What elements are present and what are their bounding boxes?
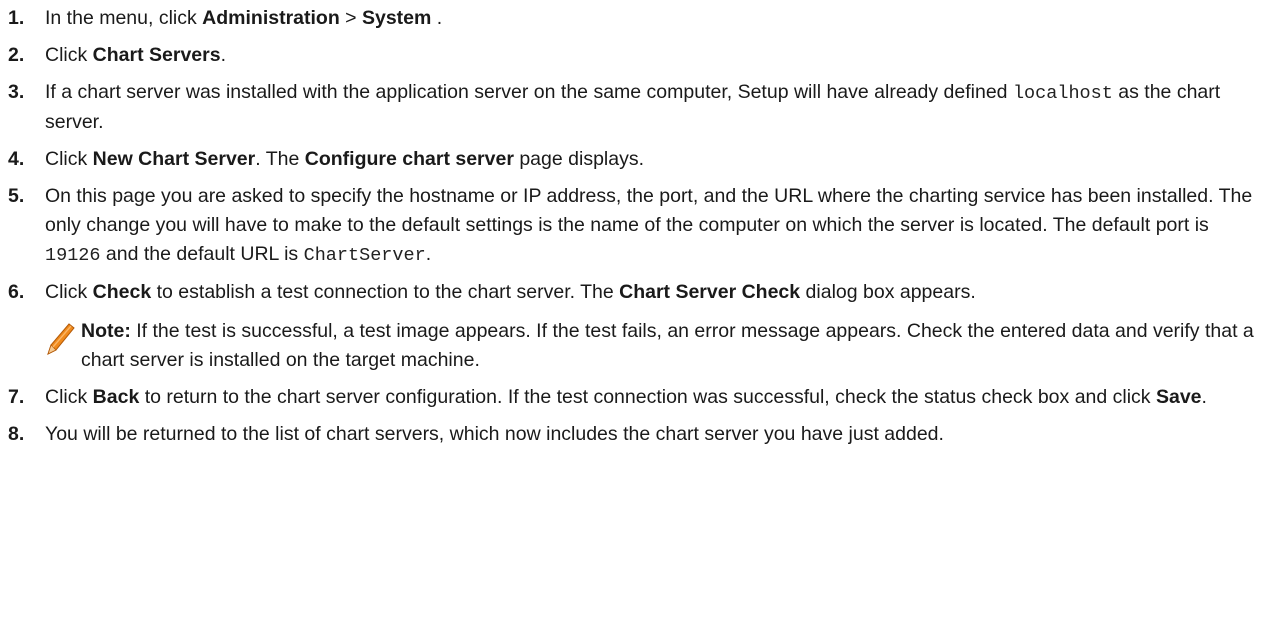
- step-text-run: .: [431, 7, 443, 29]
- ui-term: Administration: [202, 7, 340, 29]
- step-text: In the menu, click Administration > Syst…: [45, 4, 1254, 33]
- step-text: If a chart server was installed with the…: [45, 78, 1254, 137]
- step-item: 5. On this page you are asked to specify …: [8, 182, 1254, 270]
- step-item: 7. Click Back to return to the chart serv…: [8, 383, 1254, 412]
- step-text-run: You will be returned to the list of char…: [45, 423, 944, 445]
- step-paragraph: If a chart server was installed with the…: [45, 78, 1254, 137]
- step-item: 4. Click New Chart Server. The Configure …: [8, 145, 1254, 174]
- step-number: 8.: [8, 423, 25, 445]
- step-text: Click New Chart Server. The Configure ch…: [45, 145, 1254, 174]
- step-text: On this page you are asked to specify th…: [45, 182, 1254, 270]
- pencil-icon: [45, 317, 81, 375]
- step-text-run: .: [220, 44, 226, 66]
- step-number: 3.: [8, 81, 25, 103]
- step-item: 8. You will be returned to the list of ch…: [8, 420, 1254, 449]
- step-text-run: On this page you are asked to specify th…: [45, 185, 1253, 236]
- step-number: 2.: [8, 44, 25, 66]
- step-paragraph: You will be returned to the list of char…: [45, 420, 1254, 449]
- ui-term: Back: [92, 386, 140, 408]
- step-text-run: In the menu, click: [45, 7, 203, 29]
- step-text: Click Back to return to the chart server…: [45, 383, 1254, 412]
- step-number: 5.: [8, 185, 25, 207]
- step-paragraph: Click Chart Servers.: [45, 41, 1254, 70]
- step-paragraph: Click Check to establish a test connecti…: [45, 278, 1254, 307]
- step-item: 2. Click Chart Servers.: [8, 41, 1254, 70]
- ui-term: System: [361, 7, 432, 29]
- step-text-run: to establish a test connection to the ch…: [151, 281, 620, 303]
- step-text-run: page displays.: [513, 148, 645, 170]
- code-term: ChartServer: [303, 245, 426, 266]
- note-text: Note: If the test is successful, a test …: [81, 317, 1254, 375]
- step-text-run: If a chart server was installed with the…: [45, 81, 1013, 103]
- ui-term: Chart Server Check: [619, 281, 801, 303]
- ui-term: New Chart Server: [92, 148, 256, 170]
- step-text-run: Click: [45, 44, 93, 66]
- ui-term: Check: [92, 281, 152, 303]
- ui-term: Save: [1155, 386, 1202, 408]
- step-paragraph: Click Back to return to the chart server…: [45, 383, 1254, 412]
- procedure-steps: 1. In the menu, click Administration > Sy…: [0, 0, 1262, 449]
- note-body: If the test is successful, a test image …: [81, 320, 1254, 371]
- ui-term: Configure chart server: [304, 148, 514, 170]
- step-paragraph: In the menu, click Administration > Syst…: [45, 4, 1254, 33]
- step-text-run: to return to the chart server configurat…: [139, 386, 1156, 408]
- step-number: 1.: [8, 7, 25, 29]
- ui-term: Chart Servers: [92, 44, 221, 66]
- step-text-run: Click: [45, 386, 93, 408]
- step-number: 6.: [8, 281, 25, 303]
- step-item: 6. Click Check to establish a test connec…: [8, 278, 1254, 375]
- step-text-run: >: [339, 7, 362, 29]
- step-text: Click Chart Servers.: [45, 41, 1254, 70]
- step-text-run: dialog box appears.: [800, 281, 976, 303]
- step-text-run: . The: [255, 148, 305, 170]
- step-paragraph: Click New Chart Server. The Configure ch…: [45, 145, 1254, 174]
- step-text-run: .: [425, 243, 432, 265]
- code-term: 19126: [45, 245, 101, 266]
- code-term: localhost: [1012, 83, 1113, 104]
- note-label: Note:: [81, 320, 131, 342]
- step-number: 7.: [8, 386, 25, 408]
- step-number: 4.: [8, 148, 25, 170]
- step-text-run: Click: [45, 281, 93, 303]
- step-item: 3. If a chart server was installed with t…: [8, 78, 1254, 137]
- step-text: You will be returned to the list of char…: [45, 420, 1254, 449]
- step-item: 1. In the menu, click Administration > Sy…: [8, 4, 1254, 33]
- step-text-run: .: [1201, 386, 1207, 408]
- step-text: Click Check to establish a test connecti…: [45, 278, 1254, 375]
- step-paragraph: On this page you are asked to specify th…: [45, 182, 1254, 270]
- step-text-run: and the default URL is: [100, 243, 304, 265]
- step-text-run: Click: [45, 148, 93, 170]
- note-block: Note: If the test is successful, a test …: [45, 317, 1254, 375]
